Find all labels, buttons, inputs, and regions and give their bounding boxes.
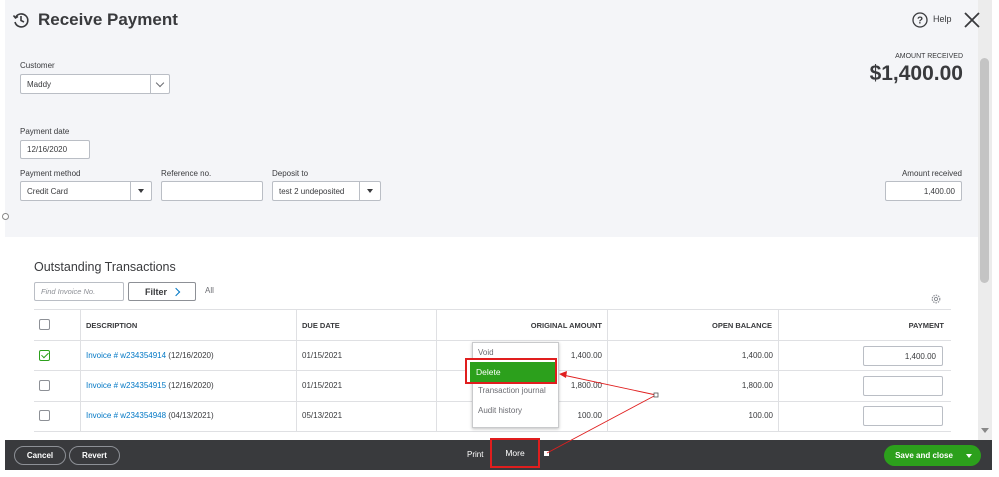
annotation-arrows: [546, 371, 659, 454]
